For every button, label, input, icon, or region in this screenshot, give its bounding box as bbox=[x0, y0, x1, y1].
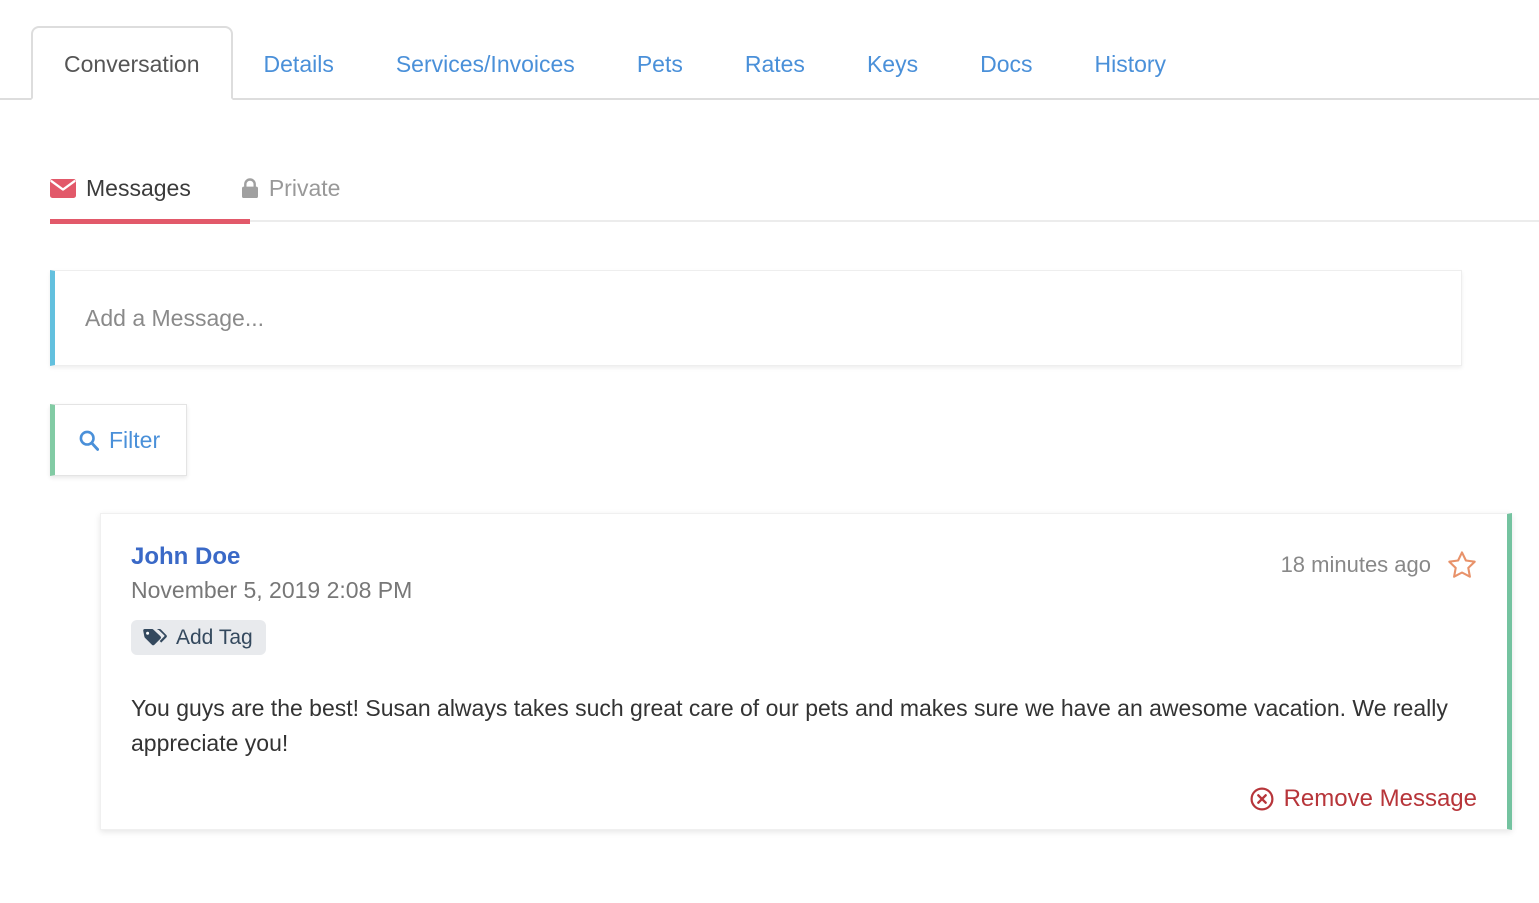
tab-keys[interactable]: Keys bbox=[836, 53, 949, 98]
message-card-footer: Remove Message bbox=[131, 784, 1477, 812]
subtab-messages-label: Messages bbox=[86, 174, 191, 201]
messages-list: John Doe November 5, 2019 2:08 PM Add Ta… bbox=[0, 513, 1539, 830]
subtab-private-label: Private bbox=[268, 174, 341, 201]
subtab-baseline bbox=[250, 220, 1539, 222]
filter-area: Filter bbox=[0, 404, 1539, 476]
conversation-subtab-bar: Messages Private bbox=[0, 162, 1539, 240]
tab-docs[interactable]: Docs bbox=[949, 53, 1063, 98]
message-timestamp: November 5, 2019 2:08 PM bbox=[131, 577, 413, 603]
tab-services-invoices[interactable]: Services/Invoices bbox=[365, 53, 606, 98]
message-author-block: John Doe November 5, 2019 2:08 PM Add Ta… bbox=[131, 542, 412, 655]
tags-icon bbox=[142, 628, 167, 646]
subtab-private[interactable]: Private bbox=[241, 174, 391, 201]
message-card-header: John Doe November 5, 2019 2:08 PM Add Ta… bbox=[131, 542, 1477, 655]
message-card: John Doe November 5, 2019 2:08 PM Add Ta… bbox=[100, 513, 1512, 830]
search-icon bbox=[79, 430, 99, 451]
subtab-messages[interactable]: Messages bbox=[50, 174, 241, 201]
message-author[interactable]: John Doe bbox=[131, 542, 412, 572]
tab-pets[interactable]: Pets bbox=[606, 53, 714, 98]
times-circle-icon bbox=[1250, 787, 1274, 811]
add-tag-button[interactable]: Add Tag bbox=[131, 619, 266, 655]
add-tag-label: Add Tag bbox=[176, 625, 253, 649]
message-relative-time: 18 minutes ago bbox=[1280, 552, 1431, 577]
tab-conversation[interactable]: Conversation bbox=[31, 26, 233, 100]
remove-message-button[interactable]: Remove Message bbox=[1250, 784, 1477, 812]
compose-area bbox=[0, 270, 1539, 366]
tab-rates[interactable]: Rates bbox=[714, 53, 836, 98]
star-outline-icon[interactable] bbox=[1447, 550, 1477, 580]
lock-icon bbox=[241, 177, 259, 199]
active-subtab-underline bbox=[50, 219, 250, 224]
envelope-icon bbox=[50, 178, 76, 198]
message-input[interactable] bbox=[85, 304, 1461, 332]
message-compose-box[interactable] bbox=[50, 270, 1462, 366]
tab-details[interactable]: Details bbox=[233, 53, 365, 98]
filter-button[interactable]: Filter bbox=[50, 404, 188, 476]
remove-message-label: Remove Message bbox=[1283, 784, 1477, 812]
message-meta: 18 minutes ago bbox=[1281, 542, 1477, 580]
message-body: You guys are the best! Susan always take… bbox=[131, 694, 1448, 756]
filter-button-label: Filter bbox=[109, 426, 161, 453]
tab-history[interactable]: History bbox=[1063, 53, 1197, 98]
main-tab-bar: Conversation Details Services/Invoices P… bbox=[0, 0, 1539, 100]
